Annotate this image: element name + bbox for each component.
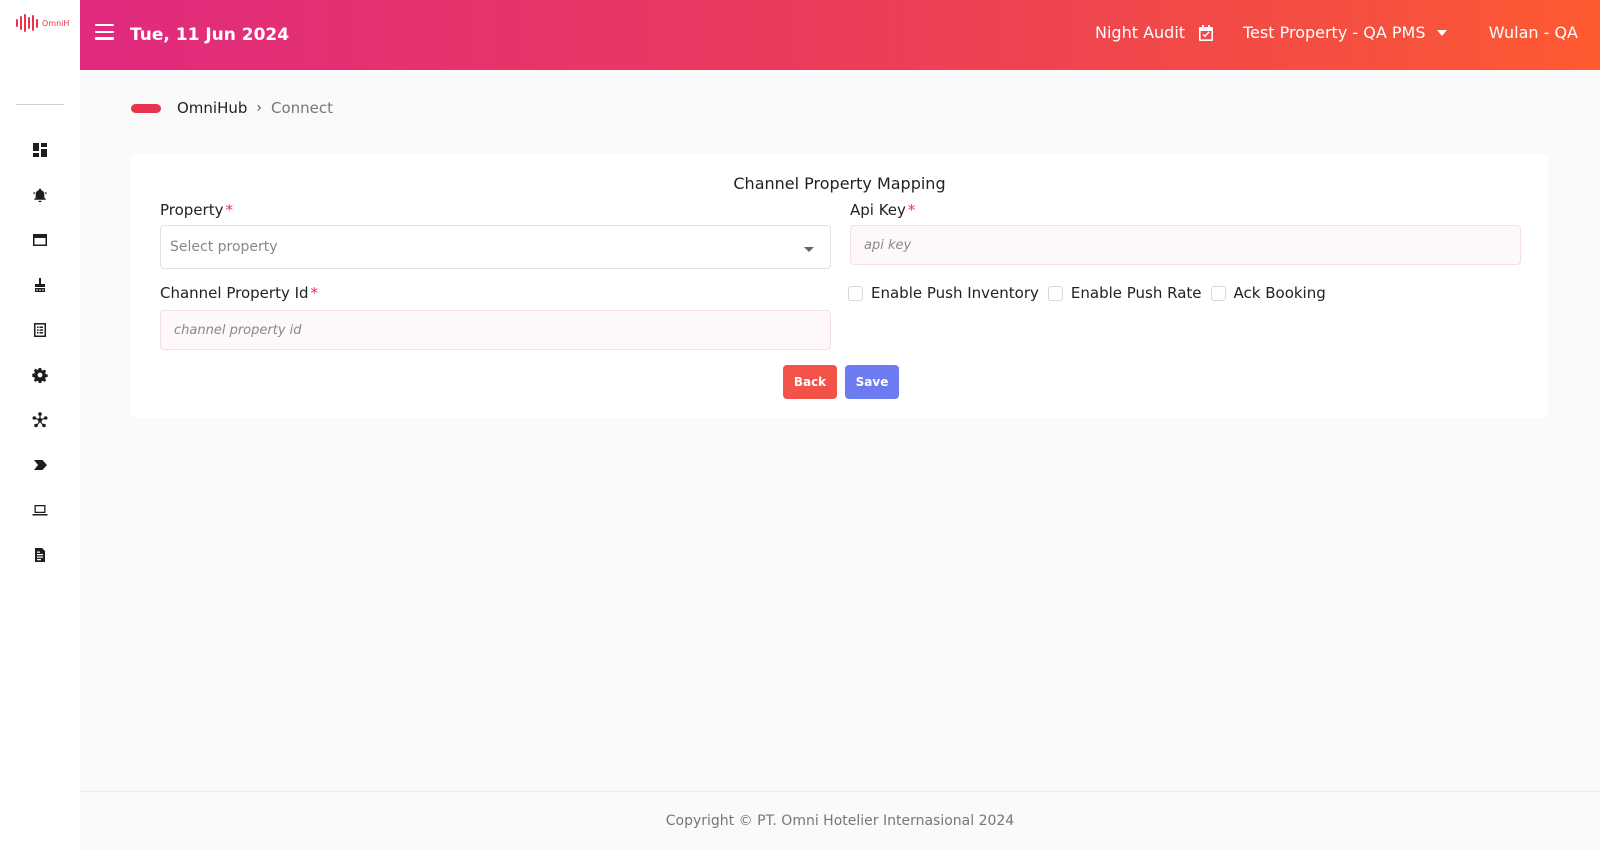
sidebar-item-settings[interactable]	[0, 352, 80, 397]
required-mark: *	[907, 201, 916, 219]
sidebar-item-integrations[interactable]	[0, 397, 80, 442]
enable-push-inventory-checkbox[interactable]: Enable Push Inventory	[848, 284, 1039, 302]
chevron-down-icon	[804, 246, 814, 252]
checkbox-box[interactable]	[848, 285, 863, 301]
current-property: Test Property - QA PMS	[1243, 23, 1426, 42]
ack-booking-checkbox[interactable]: Ack Booking	[1210, 284, 1326, 302]
calendar-check-icon	[1199, 24, 1214, 41]
top-header: Tue, 11 Jun 2024 Night Audit Test Proper…	[80, 0, 1600, 70]
checkbox-label: Ack Booking	[1233, 284, 1326, 302]
channel-property-mapping-card: Channel Property Mapping Property * Selec…	[131, 154, 1548, 418]
sidebar-item-devices[interactable]	[0, 487, 80, 532]
checkbox-box[interactable]	[1210, 285, 1226, 301]
form-title: Channel Property Mapping	[733, 174, 946, 193]
api-key-label: Api Key *	[850, 201, 916, 219]
save-button[interactable]: Save	[845, 365, 899, 399]
business-date: Tue, 11 Jun 2024	[130, 25, 290, 45]
footer: Copyright © PT. Omni Hotelier Internasio…	[80, 791, 1600, 850]
channel-options: Enable Push Inventory Enable Push Rate A…	[848, 284, 1335, 302]
laptop-icon	[32, 504, 48, 515]
chevron-down-icon	[1437, 29, 1448, 36]
window-icon	[33, 233, 47, 246]
hub-icon	[32, 411, 48, 427]
sidebar-item-dashboard[interactable]	[0, 127, 80, 172]
copyright-text: Copyright © PT. Omni Hotelier Internasio…	[665, 813, 1015, 829]
hamburger-icon	[95, 24, 114, 27]
sidebar-nav	[0, 127, 80, 577]
bell-icon	[33, 188, 47, 202]
required-mark: *	[310, 284, 319, 302]
sidebar-item-list[interactable]	[0, 307, 80, 352]
gear-icon	[32, 367, 48, 383]
sidebar-item-tag[interactable]	[0, 442, 80, 487]
sidebar-divider	[16, 104, 64, 105]
channel-property-id-input[interactable]	[160, 310, 831, 350]
broom-icon	[35, 277, 45, 292]
list-icon	[34, 322, 46, 337]
checkbox-box[interactable]	[1047, 285, 1063, 301]
dashboard-icon	[33, 142, 47, 157]
app-logo[interactable]: OmniH	[16, 14, 69, 32]
breadcrumb: OmniHub › Connect	[131, 99, 333, 117]
property-switcher[interactable]: Test Property - QA PMS	[1243, 23, 1448, 42]
required-mark: *	[225, 201, 233, 219]
property-select[interactable]: Select property	[160, 225, 831, 269]
menu-toggle-button[interactable]	[95, 24, 115, 44]
sidebar: OmniH	[0, 0, 80, 850]
logo-text: OmniH	[42, 18, 70, 28]
checkbox-label: Enable Push Rate	[1070, 284, 1202, 302]
chevron-right-icon: ›	[256, 100, 263, 116]
user-menu[interactable]: Wulan - QA	[1489, 23, 1578, 42]
sidebar-item-window[interactable]	[0, 217, 80, 262]
breadcrumb-marker-icon	[131, 103, 161, 113]
logo-mark-icon	[16, 14, 38, 32]
enable-push-rate-checkbox[interactable]: Enable Push Rate	[1047, 284, 1202, 302]
sidebar-item-reports[interactable]	[0, 532, 80, 577]
property-label: Property *	[160, 201, 233, 219]
night-audit-label: Night Audit	[1095, 23, 1186, 42]
checkbox-label: Enable Push Inventory	[871, 284, 1039, 302]
document-icon	[35, 547, 45, 562]
channel-property-id-label: Channel Property Id *	[160, 284, 319, 302]
night-audit-button[interactable]: Night Audit	[1095, 23, 1214, 42]
property-select-placeholder: Select property	[170, 239, 278, 255]
breadcrumb-omnihub[interactable]: OmniHub	[177, 99, 247, 117]
tag-icon	[34, 459, 47, 470]
back-button[interactable]: Back	[783, 365, 837, 399]
sidebar-item-housekeeping[interactable]	[0, 262, 80, 307]
api-key-input[interactable]	[850, 225, 1521, 265]
sidebar-item-notifications[interactable]	[0, 172, 80, 217]
breadcrumb-connect: Connect	[271, 99, 334, 117]
